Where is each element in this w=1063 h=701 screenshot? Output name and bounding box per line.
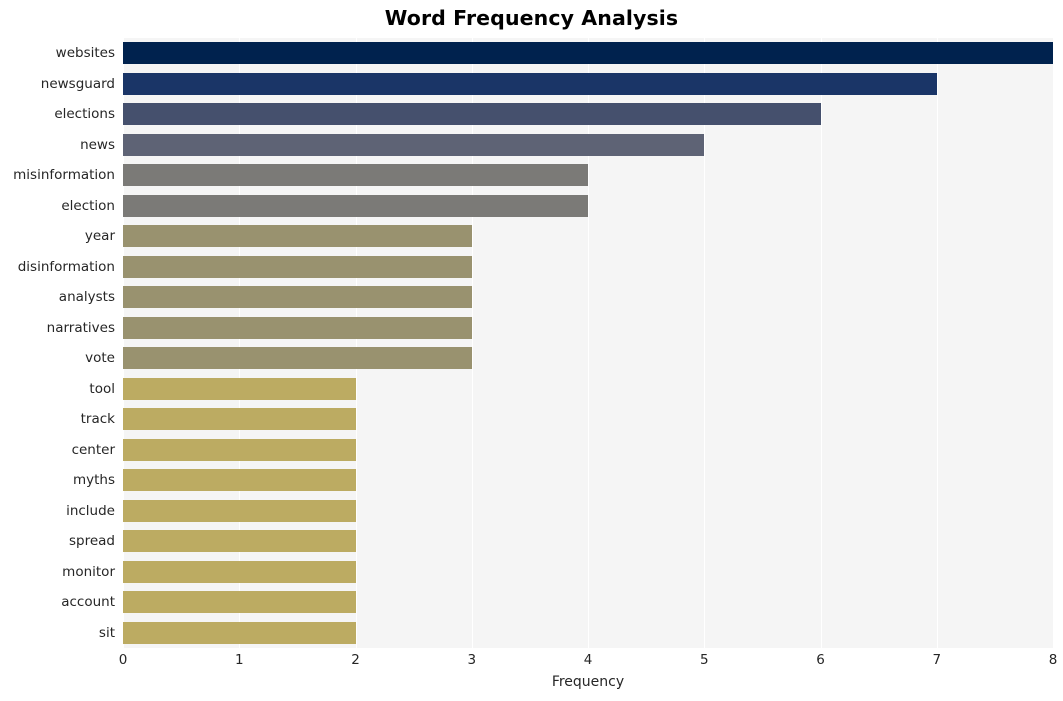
- y-tick-label: election: [61, 197, 115, 214]
- x-tick-label: 8: [1048, 652, 1058, 668]
- y-tick-label: center: [71, 441, 115, 458]
- x-axis-title: Frequency: [551, 674, 625, 690]
- bar: [123, 438, 356, 461]
- bar: [123, 194, 588, 217]
- y-tick-label: elections: [54, 106, 115, 123]
- bar: [123, 42, 1053, 65]
- y-tick-label: myths: [72, 472, 115, 489]
- y-tick-label: year: [84, 228, 115, 245]
- x-tick-label: 5: [699, 652, 709, 668]
- plot-area: [123, 38, 1053, 648]
- y-tick-label: sit: [98, 624, 115, 641]
- y-tick-label: monitor: [62, 563, 115, 580]
- y-tick-label: websites: [55, 45, 115, 62]
- bar: [123, 591, 356, 614]
- y-tick-label: track: [80, 411, 115, 428]
- bar: [123, 103, 821, 126]
- y-tick-label: disinformation: [17, 258, 115, 275]
- bar: [123, 255, 472, 278]
- bar: [123, 347, 472, 370]
- bar: [123, 469, 356, 492]
- bar: [123, 225, 472, 248]
- y-tick-label: spread: [68, 533, 115, 550]
- x-tick-label: 1: [234, 652, 244, 668]
- y-tick-label: analysts: [58, 289, 115, 306]
- y-tick-label: account: [61, 594, 115, 611]
- x-axis: 0 1 2 3 4 5 6 7 8: [119, 648, 1058, 676]
- bar: [123, 377, 356, 400]
- x-tick-label: 0: [118, 652, 128, 668]
- chart-figure: Word Frequency Analysis websites newsguar…: [0, 0, 1063, 701]
- bar: [123, 286, 472, 309]
- y-tick-label: include: [66, 502, 115, 519]
- bar: [123, 530, 356, 553]
- y-axis: websites newsguard elections news misinforma…: [0, 38, 115, 648]
- bar: [123, 316, 472, 339]
- y-tick-label: tool: [89, 380, 115, 397]
- bar: [123, 72, 937, 95]
- x-tick-label: 3: [467, 652, 477, 668]
- bar: [123, 133, 705, 156]
- bars-layer: [123, 38, 1053, 648]
- bar: [123, 499, 356, 522]
- x-tick-label: 6: [816, 652, 825, 668]
- x-tick-label: 4: [583, 652, 593, 668]
- bar: [123, 408, 356, 431]
- y-tick-label: misinformation: [13, 167, 115, 184]
- y-tick-label: vote: [85, 350, 115, 367]
- chart-title: Word Frequency Analysis: [384, 6, 679, 30]
- x-tick-label: 2: [351, 652, 360, 668]
- y-tick-label: news: [80, 136, 115, 153]
- x-tick-label: 7: [932, 652, 942, 668]
- bar: [123, 164, 588, 187]
- bar: [123, 621, 356, 644]
- y-tick-label: narratives: [46, 319, 115, 336]
- y-tick-label: newsguard: [40, 75, 115, 92]
- bar: [123, 560, 356, 583]
